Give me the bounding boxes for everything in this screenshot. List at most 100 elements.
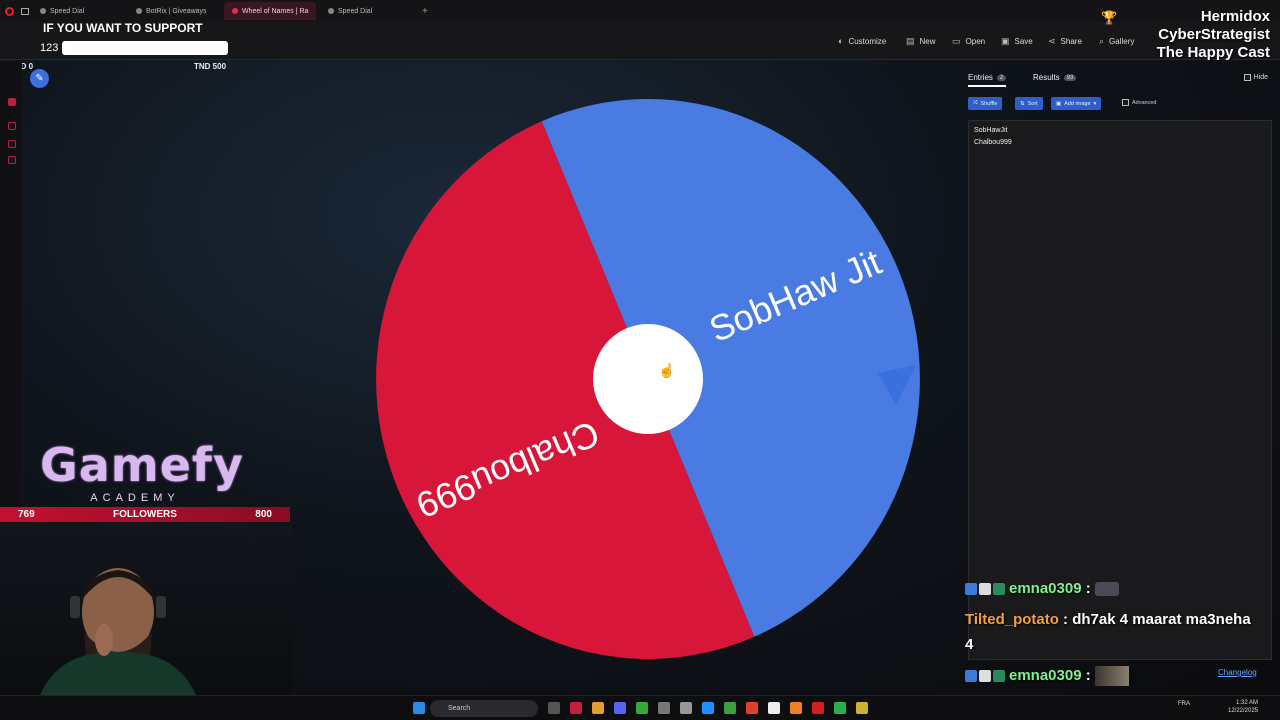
hide-checkbox[interactable]: Hide: [1243, 74, 1268, 81]
shuffle-button[interactable]: ⤮ Shuffle: [968, 97, 1003, 110]
chat-badges: [965, 670, 1005, 682]
search-icon: ⌕: [1099, 35, 1105, 46]
tab-speed-dial-2[interactable]: Speed Dial: [320, 2, 412, 20]
clock[interactable]: 1:32 AM 12/22/2025: [1228, 699, 1258, 715]
new-tab-plus-icon[interactable]: +: [422, 6, 428, 17]
sidebar-app-icon[interactable]: [8, 98, 16, 106]
edge-icon[interactable]: [702, 702, 714, 714]
customize-label: Customize: [848, 36, 887, 46]
shuffle-icon: ⤮: [973, 100, 978, 106]
vlc-icon[interactable]: [790, 702, 802, 714]
sort-button[interactable]: ⇅ Sort: [1015, 97, 1043, 110]
advanced-checkbox[interactable]: Advanced: [1122, 99, 1156, 106]
badge-icon: [965, 670, 977, 682]
language-indicator[interactable]: FRA: [1178, 701, 1190, 707]
tab-favicon-icon: [232, 8, 238, 14]
checkbox-icon: [1122, 99, 1129, 106]
streamer-credits: Hermidox CyberStrategist The Happy Cast: [1157, 8, 1270, 62]
chat-message: Tilted_potato : dh7ak 4 maarat ma3neha: [965, 611, 1251, 628]
chat-message: emna0309 :: [965, 580, 1119, 597]
wheel-center-hub[interactable]: [593, 324, 703, 434]
entries-count-badge: 2: [996, 74, 1007, 81]
followers-current: 769: [18, 509, 35, 520]
results-count-badge: 93: [1063, 74, 1077, 81]
tab-label: Speed Dial: [338, 7, 373, 15]
tab-wheel-of-names[interactable]: Wheel of Names | Ra: [224, 2, 316, 20]
app-icon[interactable]: [856, 702, 868, 714]
share-icon: ⋖: [1048, 35, 1056, 46]
gamefy-logo-subtitle: ACADEMY: [90, 492, 180, 504]
entry-line: Chalbou999: [974, 139, 1012, 146]
taskbar-search[interactable]: Search: [430, 700, 538, 717]
app-icon[interactable]: [724, 702, 736, 714]
chat-username: Tilted_potato: [965, 611, 1059, 628]
chat-message: emna0309 :: [965, 666, 1129, 686]
windows-taskbar: Search FRA 1:32 AM 12/22/2025: [0, 695, 1280, 720]
badge-icon: [993, 583, 1005, 596]
discord-icon[interactable]: [614, 702, 626, 714]
settings-icon[interactable]: [680, 702, 692, 714]
app-icon[interactable]: [812, 702, 824, 714]
open-button[interactable]: ▭ Open: [952, 22, 985, 60]
task-view-icon[interactable]: [548, 702, 560, 714]
checkbox-icon: [1243, 74, 1251, 81]
trophy-icon: 🏆: [1101, 10, 1118, 25]
image-icon: ▣: [1056, 100, 1062, 107]
opera-taskbar-icon[interactable]: [570, 702, 582, 714]
webcam-feed: [0, 522, 293, 695]
app-icon[interactable]: [636, 702, 648, 714]
advanced-label: Advanced: [1132, 99, 1157, 106]
tab-favicon-icon: [136, 8, 142, 14]
gallery-button[interactable]: ⌕ Gallery: [1099, 22, 1134, 60]
file-explorer-icon[interactable]: [592, 702, 604, 714]
tab-results[interactable]: Results 93: [1033, 73, 1077, 82]
chat-username: emna0309: [1009, 580, 1082, 597]
tab-label: BotRix | Giveaways: [146, 7, 207, 15]
sort-icon: ⇅: [1020, 100, 1025, 107]
new-button[interactable]: ▤ New: [906, 22, 936, 60]
donation-goal-max: TND 500: [194, 62, 227, 71]
credit-line: The Happy Cast: [1156, 44, 1270, 61]
chat-text: dh7ak 4 maarat ma3neha: [1072, 611, 1251, 628]
donation-goal-value: 123: [40, 42, 59, 54]
sidebar-app-icon[interactable]: [8, 140, 16, 148]
tab-entries-label: Entries: [968, 73, 993, 82]
tab-menu-icon[interactable]: [18, 7, 32, 15]
chevron-down-icon: ▾: [1093, 100, 1097, 107]
opera-logo-icon[interactable]: [0, 0, 18, 22]
search-label: Search: [448, 705, 471, 712]
wheel-of-names[interactable]: SobHaw Jit Chalbou999 ☝: [360, 95, 940, 665]
windows-start-icon[interactable]: [413, 702, 425, 714]
tab-favicon-icon: [40, 8, 46, 14]
sort-label: Sort: [1027, 100, 1038, 107]
credit-line: Hermidox: [1200, 8, 1270, 25]
tab-speed-dial-1[interactable]: Speed Dial: [32, 2, 124, 20]
chat-text: 4: [965, 636, 974, 653]
gamefy-logo: Gamefy ACADEMY: [40, 438, 244, 504]
share-button[interactable]: ⋖ Share: [1048, 22, 1082, 60]
hide-label: Hide: [1253, 74, 1268, 81]
badge-icon: [979, 583, 991, 596]
tab-entries[interactable]: Entries 2: [968, 73, 1007, 87]
edit-pencil-icon[interactable]: ✎: [30, 69, 49, 88]
app-icon[interactable]: [834, 702, 846, 714]
entries-textarea[interactable]: SobHawJit Chalbou999: [968, 120, 1272, 660]
sidebar-app-icon[interactable]: [8, 156, 16, 164]
changelog-link[interactable]: Changelog: [1218, 668, 1257, 677]
add-image-button[interactable]: ▣ Add image ▾: [1051, 97, 1102, 110]
file-icon: ▤: [906, 35, 915, 46]
badge-icon: [965, 583, 977, 596]
customize-button[interactable]: ◐ Customize: [838, 22, 886, 60]
add-image-label: Add image: [1064, 100, 1091, 107]
gallery-label: Gallery: [1109, 36, 1135, 46]
app-icon[interactable]: [746, 702, 758, 714]
app-icon[interactable]: [768, 702, 780, 714]
tab-results-label: Results: [1033, 73, 1060, 82]
app-icon[interactable]: [658, 702, 670, 714]
share-label: Share: [1060, 36, 1082, 46]
clock-date: 12/22/2025: [1228, 708, 1259, 714]
tab-botrix-giveaways[interactable]: BotRix | Giveaways: [128, 2, 220, 20]
save-button[interactable]: ▣ Save: [1001, 22, 1033, 60]
sidebar-app-icon[interactable]: [8, 122, 16, 130]
gamefy-logo-text: Gamefy: [40, 438, 244, 492]
